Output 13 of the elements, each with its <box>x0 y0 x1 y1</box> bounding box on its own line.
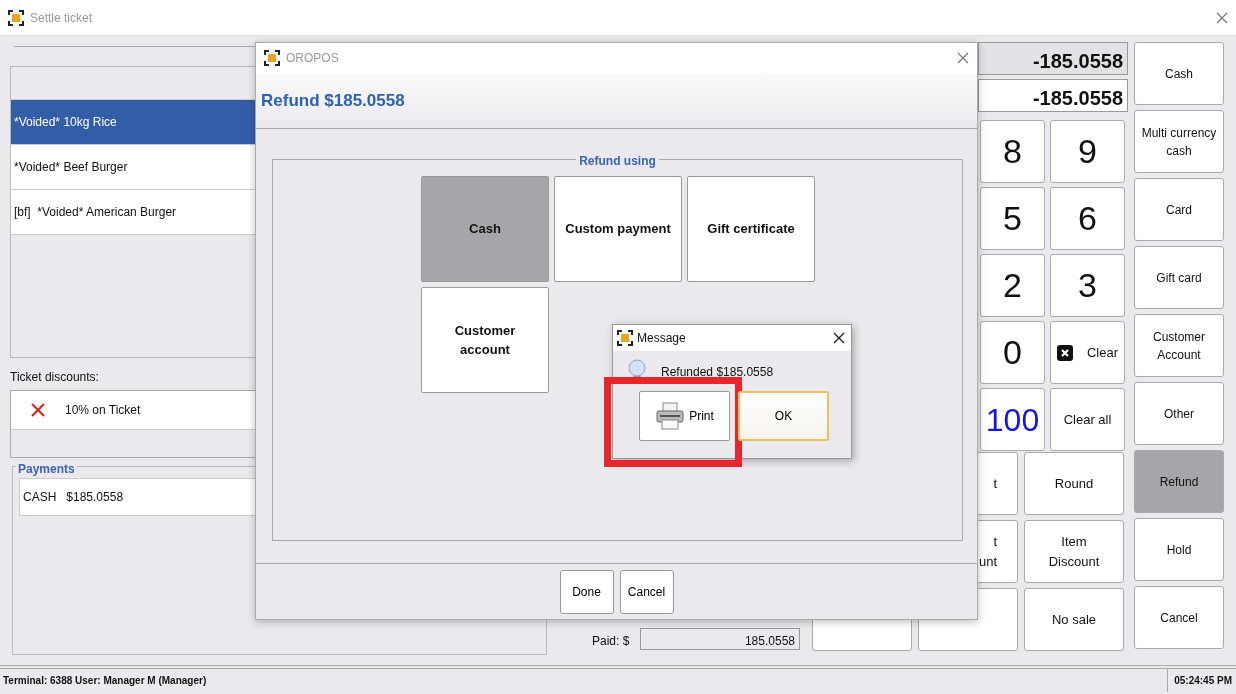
clock-text: 05:24:45 PM <box>1167 669 1236 692</box>
discounts-label: Ticket discounts: <box>10 369 99 386</box>
message-text: Refunded $185.0558 <box>661 364 774 381</box>
amount-field: -185.0558 <box>978 79 1128 112</box>
refund-legend: Refund using <box>576 154 659 168</box>
discount-item: 10% on Ticket <box>65 402 141 419</box>
dialog-title: Message <box>637 330 686 347</box>
window-title: Settle ticket <box>30 9 93 27</box>
paid-field: 185.0558 <box>640 628 800 650</box>
dialog-title: OROPOS <box>286 50 339 67</box>
paid-label: Paid: $ <box>592 633 630 650</box>
amount-due-display: -185.0558 <box>978 42 1128 75</box>
status-text: Terminal: 6388 User: Manager M (Manager) <box>2 674 207 688</box>
